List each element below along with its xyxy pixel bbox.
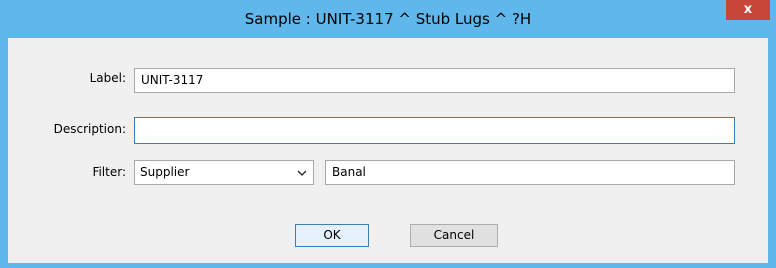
close-button[interactable]: x (726, 0, 770, 20)
cancel-button[interactable]: Cancel (410, 224, 498, 247)
label-caption: Label: (89, 71, 126, 85)
filter-value-input[interactable]: Banal (325, 160, 735, 185)
label-input[interactable]: UNIT-3117 (134, 68, 735, 93)
description-input[interactable] (134, 117, 735, 144)
window-title: Sample : UNIT-3117 ^ Stub Lugs ^ ?H (244, 10, 532, 28)
dialog-body: Label: UNIT-3117 Description: Filter: Su… (8, 38, 768, 263)
title-bar[interactable]: Sample : UNIT-3117 ^ Stub Lugs ^ ?H x (0, 0, 776, 38)
description-caption: Description: (53, 122, 126, 136)
ok-button[interactable]: OK (295, 224, 369, 247)
chevron-down-icon (297, 170, 307, 177)
dialog-window: Sample : UNIT-3117 ^ Stub Lugs ^ ?H x La… (0, 0, 776, 268)
close-icon: x (743, 2, 753, 17)
filter-caption: Filter: (92, 165, 126, 179)
filter-field-selected: Supplier (140, 165, 190, 179)
label-input-value: UNIT-3117 (141, 73, 204, 87)
filter-field-select[interactable]: Supplier (134, 160, 314, 185)
filter-value-text: Banal (332, 165, 366, 179)
